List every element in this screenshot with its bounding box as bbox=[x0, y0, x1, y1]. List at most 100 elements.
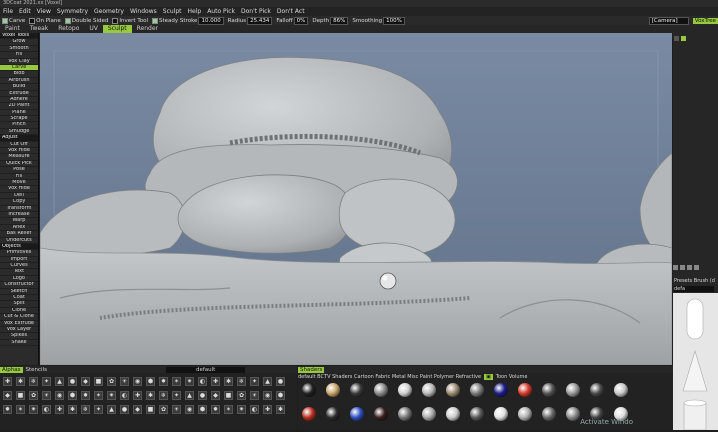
alpha-brush-icon[interactable]: ⬢ bbox=[146, 377, 155, 386]
alpha-brush-icon[interactable]: ✸ bbox=[159, 377, 168, 386]
alpha-brush-icon[interactable]: ◉ bbox=[133, 377, 142, 386]
steady-stroke-field[interactable]: Steady Stroke 10.000 bbox=[152, 16, 224, 25]
alpha-brush-icon[interactable]: ✶ bbox=[172, 377, 181, 386]
menu-item-help[interactable]: Help bbox=[185, 8, 205, 15]
alpha-brush-icon[interactable]: ● bbox=[68, 377, 77, 386]
alpha-brush-icon[interactable]: ✶ bbox=[16, 405, 25, 414]
alpha-brush-icon[interactable]: ⬢ bbox=[276, 391, 285, 400]
depth-field[interactable]: Depth 86% bbox=[312, 16, 349, 25]
alpha-brush-icon[interactable]: ◆ bbox=[133, 405, 142, 414]
alpha-brush-icon[interactable]: ☀ bbox=[172, 405, 181, 414]
alpha-brush-icon[interactable]: ✱ bbox=[224, 377, 233, 386]
shader-swatch[interactable] bbox=[446, 383, 460, 397]
alpha-brush-icon[interactable]: ❄ bbox=[159, 391, 168, 400]
alpha-brush-icon[interactable]: ✶ bbox=[224, 405, 233, 414]
alpha-brush-icon[interactable]: ▲ bbox=[55, 377, 64, 386]
alpha-brush-icon[interactable]: ◉ bbox=[263, 391, 272, 400]
shader-swatch[interactable] bbox=[398, 407, 412, 421]
menu-item-file[interactable]: File bbox=[0, 8, 16, 15]
alpha-brush-icon[interactable]: ✱ bbox=[146, 391, 155, 400]
alpha-brush-icon[interactable]: ■ bbox=[94, 377, 103, 386]
shader-swatch[interactable] bbox=[446, 407, 460, 421]
alpha-brush-icon[interactable]: ◉ bbox=[55, 391, 64, 400]
alpha-brush-icon[interactable]: ❄ bbox=[81, 405, 90, 414]
toon-icon[interactable]: ▣ bbox=[484, 374, 493, 380]
tab-tweak[interactable]: Tweak bbox=[25, 25, 53, 33]
shader-swatch[interactable] bbox=[350, 407, 364, 421]
menu-item-windows[interactable]: Windows bbox=[127, 8, 160, 15]
stencils-tab[interactable]: Stencils bbox=[26, 367, 47, 373]
shader-swatch[interactable] bbox=[326, 407, 340, 421]
alpha-brush-icon[interactable]: ❄ bbox=[29, 377, 38, 386]
alpha-preset-select[interactable]: default bbox=[165, 366, 246, 373]
invert-tool-toggle[interactable]: Invert Tool bbox=[112, 17, 148, 24]
alpha-brush-icon[interactable]: ● bbox=[198, 391, 207, 400]
tab-render[interactable]: Render bbox=[132, 25, 163, 33]
menu-item-sculpt[interactable]: Sculpt bbox=[160, 8, 185, 15]
shader-swatch[interactable] bbox=[374, 383, 388, 397]
shader-swatch[interactable] bbox=[422, 383, 436, 397]
alpha-brush-icon[interactable]: ✷ bbox=[107, 391, 116, 400]
alpha-brush-icon[interactable]: ▲ bbox=[185, 391, 194, 400]
3d-viewport[interactable] bbox=[40, 33, 672, 365]
alpha-brush-icon[interactable]: ✚ bbox=[133, 391, 142, 400]
alpha-brush-icon[interactable]: ◉ bbox=[185, 405, 194, 414]
alpha-brush-icon[interactable]: ✶ bbox=[94, 391, 103, 400]
alpha-brush-icon[interactable]: ◆ bbox=[81, 377, 90, 386]
alpha-brush-icon[interactable]: ✸ bbox=[81, 391, 90, 400]
alpha-brush-icon[interactable]: ● bbox=[276, 377, 285, 386]
alpha-brush-icon[interactable]: ✿ bbox=[159, 405, 168, 414]
alpha-brush-icon[interactable]: ✦ bbox=[42, 377, 51, 386]
shader-swatch[interactable] bbox=[494, 407, 508, 421]
alpha-brush-icon[interactable]: ◐ bbox=[250, 405, 259, 414]
layer-icon[interactable] bbox=[681, 36, 686, 41]
alpha-brush-icon[interactable]: ◐ bbox=[198, 377, 207, 386]
alpha-brush-icon[interactable]: ▲ bbox=[263, 377, 272, 386]
alpha-brush-icon[interactable]: ✚ bbox=[211, 377, 220, 386]
alpha-brush-icon[interactable]: ■ bbox=[224, 391, 233, 400]
tool-snake[interactable]: Snake bbox=[0, 340, 38, 347]
radius-value[interactable]: 25.434 bbox=[247, 16, 273, 25]
alpha-brush-icon[interactable]: ⬢ bbox=[68, 391, 77, 400]
on-plane-toggle[interactable]: On Plane bbox=[29, 17, 61, 24]
alpha-brush-icon[interactable]: ◐ bbox=[42, 405, 51, 414]
menu-item-don-t-act[interactable]: Don't Act bbox=[274, 8, 308, 15]
cylinder-primitive-icon[interactable] bbox=[683, 402, 707, 431]
cone-primitive-icon[interactable] bbox=[682, 349, 708, 392]
menu-item-don-t-pick[interactable]: Don't Pick bbox=[238, 8, 274, 15]
shader-swatch[interactable] bbox=[398, 383, 412, 397]
alpha-brush-icon[interactable]: ✦ bbox=[250, 377, 259, 386]
eye-icon[interactable] bbox=[674, 36, 679, 41]
shader-swatch[interactable] bbox=[518, 383, 532, 397]
alpha-brush-icon[interactable]: ☀ bbox=[250, 391, 259, 400]
shaders-tab[interactable]: Shaders bbox=[298, 366, 325, 373]
shader-swatch[interactable] bbox=[614, 383, 628, 397]
shader-swatch[interactable] bbox=[566, 383, 580, 397]
alpha-brush-icon[interactable]: ◆ bbox=[3, 391, 12, 400]
alpha-brush-icon[interactable]: ✸ bbox=[3, 405, 12, 414]
menu-item-view[interactable]: View bbox=[34, 8, 54, 15]
alpha-brush-icon[interactable]: ✷ bbox=[237, 405, 246, 414]
brush-preview[interactable] bbox=[673, 293, 718, 431]
shader-swatch[interactable] bbox=[494, 383, 508, 397]
alpha-brush-icon[interactable]: ◐ bbox=[120, 391, 129, 400]
alpha-brush-icon[interactable]: ✦ bbox=[94, 405, 103, 414]
shader-swatch[interactable] bbox=[302, 383, 316, 397]
smoothing-field[interactable]: Smoothing 100% bbox=[352, 16, 405, 25]
sculpt-scene[interactable] bbox=[40, 33, 672, 365]
alpha-brush-icon[interactable]: ◆ bbox=[211, 391, 220, 400]
shader-swatch[interactable] bbox=[566, 407, 580, 421]
camera-select[interactable]: [Camera] bbox=[648, 16, 689, 25]
capsule-primitive-icon[interactable] bbox=[686, 298, 704, 340]
preset-name[interactable]: defa bbox=[674, 286, 714, 292]
tab-paint[interactable]: Paint bbox=[0, 25, 25, 33]
menu-item-edit[interactable]: Edit bbox=[16, 8, 34, 15]
shader-swatch[interactable] bbox=[470, 407, 484, 421]
toon-volume-label[interactable]: Toon Volume bbox=[496, 374, 528, 380]
save-icon[interactable] bbox=[694, 265, 699, 270]
alpha-brush-icon[interactable]: ✱ bbox=[68, 405, 77, 414]
alpha-brush-icon[interactable]: ❄ bbox=[237, 377, 246, 386]
alpha-brush-icon[interactable]: ✱ bbox=[276, 405, 285, 414]
tab-uv[interactable]: UV bbox=[84, 25, 103, 33]
alpha-brush-icon[interactable]: ✚ bbox=[55, 405, 64, 414]
